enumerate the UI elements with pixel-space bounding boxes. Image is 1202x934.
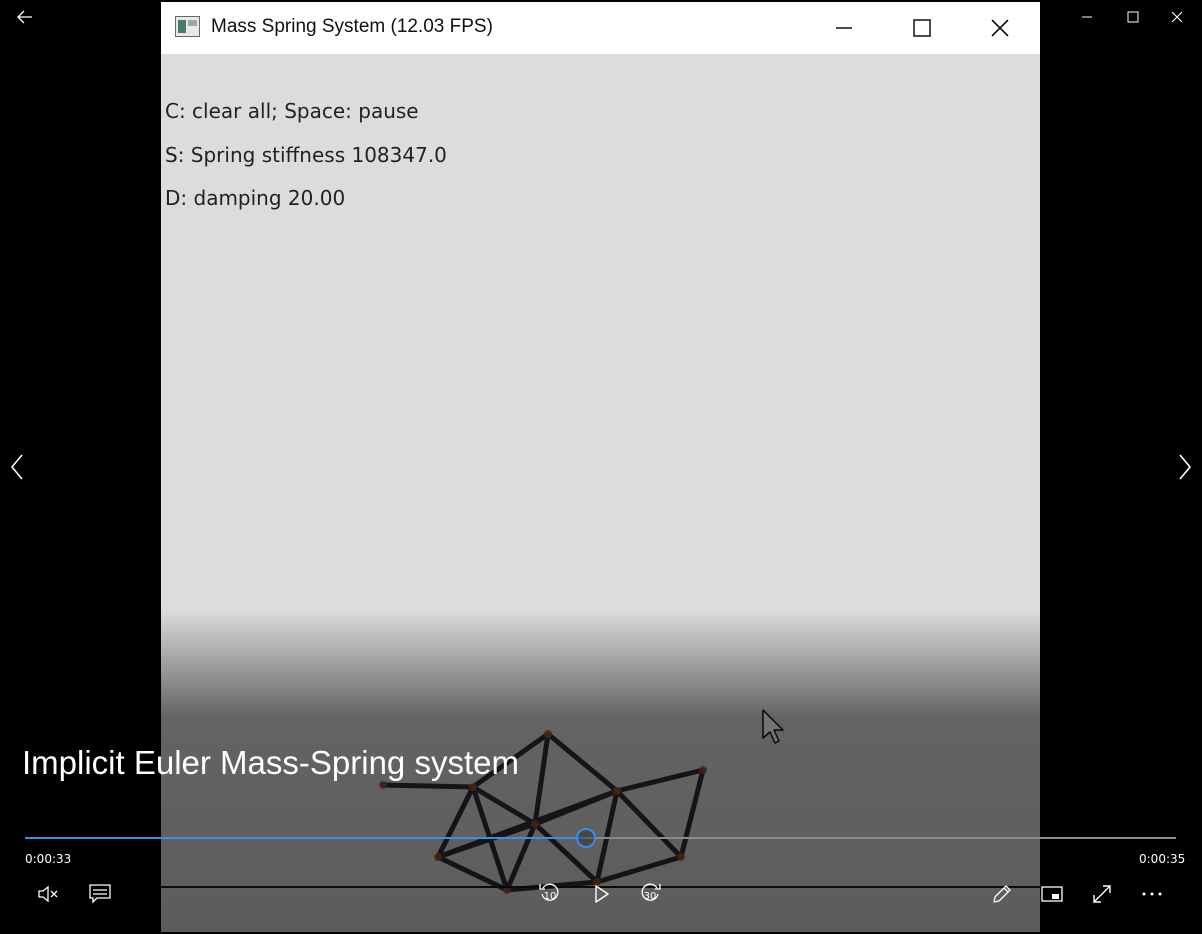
mass-point bbox=[699, 766, 707, 774]
edit-button[interactable] bbox=[984, 878, 1020, 910]
spring bbox=[678, 767, 706, 860]
seek-bar-progress bbox=[25, 837, 586, 839]
pencil-icon bbox=[993, 885, 1011, 903]
spring bbox=[545, 731, 620, 794]
mass-point bbox=[613, 787, 621, 795]
chevron-right-icon bbox=[1179, 454, 1192, 480]
skip-back-seconds: 10 bbox=[543, 891, 557, 902]
seek-bar[interactable] bbox=[25, 828, 1176, 848]
mass-point bbox=[469, 783, 477, 791]
more-icon bbox=[1142, 892, 1162, 896]
skip-forward-seconds: 30 bbox=[643, 891, 657, 902]
current-time: 0:00:33 bbox=[25, 852, 72, 866]
mass-spring-mesh bbox=[379, 730, 707, 894]
mini-view-icon bbox=[1041, 886, 1063, 902]
play-button[interactable] bbox=[584, 878, 620, 910]
next-button[interactable] bbox=[1170, 447, 1200, 487]
close-icon bbox=[1171, 11, 1183, 23]
more-options-button[interactable] bbox=[1134, 878, 1170, 910]
mini-view-button[interactable] bbox=[1034, 878, 1070, 910]
mass-point bbox=[434, 853, 442, 861]
back-arrow-icon bbox=[17, 10, 32, 24]
video-frame-app-window: Mass Spring System (12.03 FPS) C: clear … bbox=[161, 2, 1040, 932]
maximize-icon bbox=[1127, 11, 1139, 23]
spring bbox=[614, 788, 684, 860]
mouse-cursor-icon bbox=[762, 709, 784, 744]
mute-button[interactable] bbox=[30, 878, 66, 910]
spring bbox=[614, 767, 706, 794]
minimize-icon bbox=[1082, 16, 1092, 18]
player-minimize-button[interactable] bbox=[1070, 4, 1104, 30]
video-title: Implicit Euler Mass-Spring system bbox=[22, 744, 519, 781]
spring bbox=[532, 731, 551, 827]
fullscreen-button[interactable] bbox=[1084, 878, 1120, 910]
seek-thumb[interactable] bbox=[575, 828, 596, 848]
previous-button[interactable] bbox=[2, 447, 32, 487]
volume-muted-icon bbox=[38, 885, 58, 903]
skip-forward-button[interactable]: 30 bbox=[632, 878, 668, 910]
mass-point bbox=[677, 853, 685, 861]
fullscreen-icon bbox=[1093, 885, 1111, 903]
player-maximize-button[interactable] bbox=[1116, 4, 1150, 30]
chevron-left-icon bbox=[10, 454, 23, 480]
mass-point bbox=[544, 730, 552, 738]
player-close-button[interactable] bbox=[1160, 4, 1194, 30]
mass-point bbox=[531, 820, 539, 828]
total-time: 0:00:35 bbox=[1139, 852, 1186, 866]
captions-icon bbox=[89, 884, 111, 904]
back-button[interactable] bbox=[8, 4, 42, 30]
skip-back-button[interactable]: 10 bbox=[532, 878, 568, 910]
captions-button[interactable] bbox=[82, 878, 118, 910]
spring bbox=[380, 782, 476, 790]
play-icon bbox=[595, 885, 609, 903]
mass-point bbox=[379, 781, 387, 789]
